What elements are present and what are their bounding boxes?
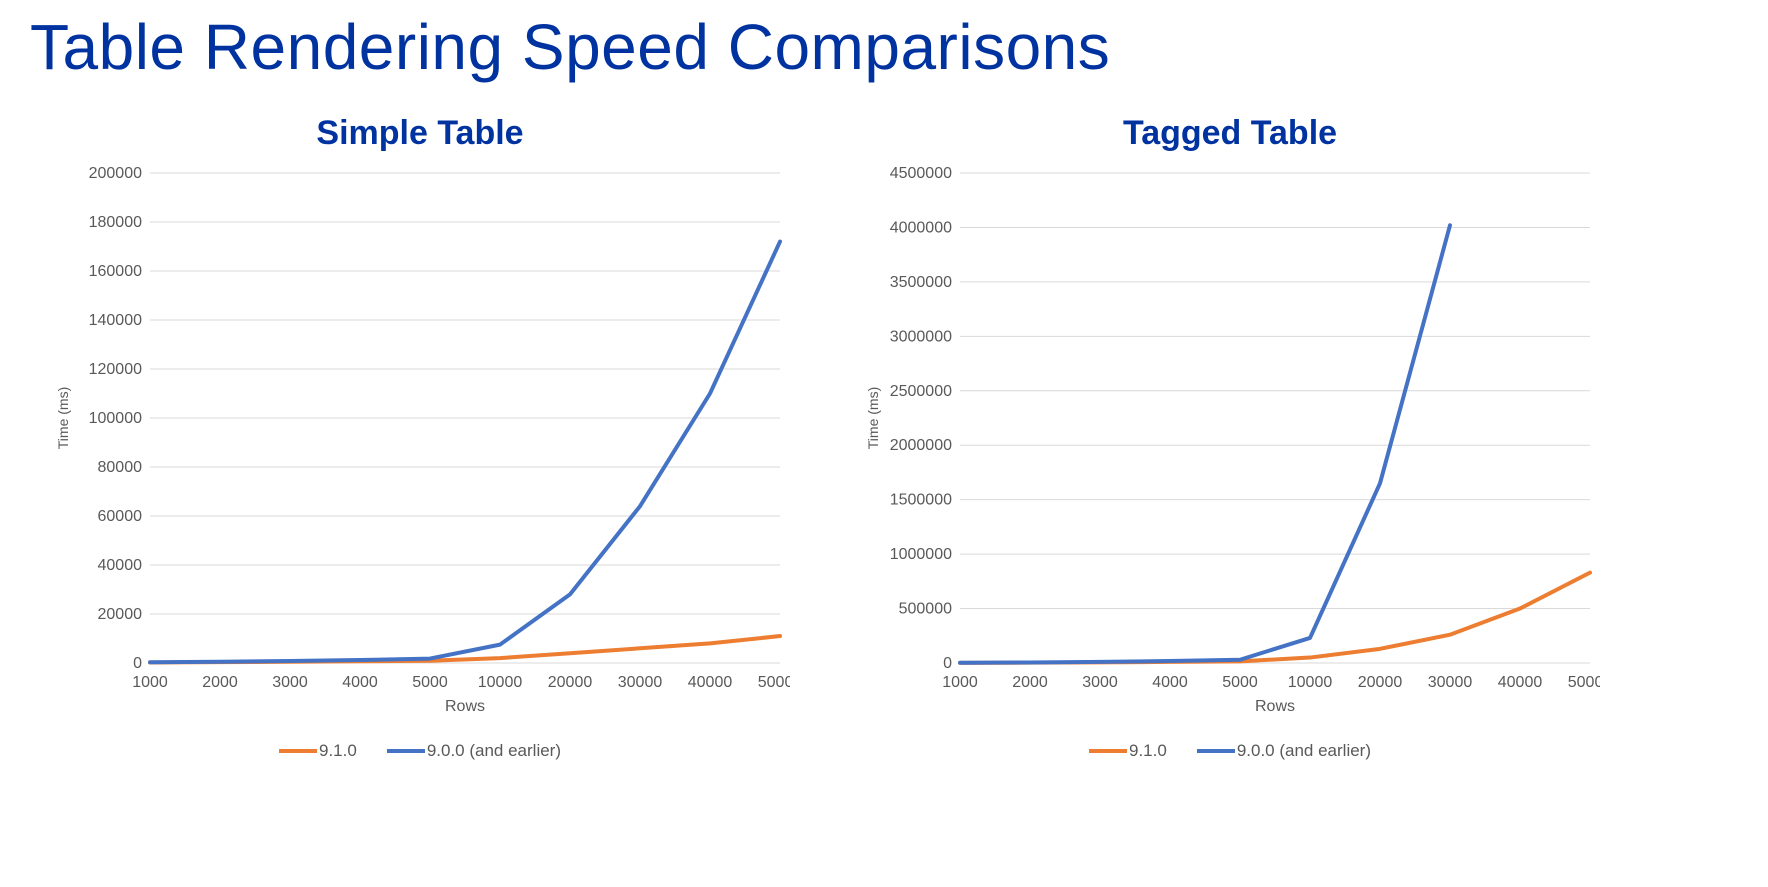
svg-text:2500000: 2500000 [890, 383, 952, 400]
svg-text:4000: 4000 [1152, 674, 1188, 691]
legend-swatch-1 [1089, 749, 1127, 753]
legend-label-1: 9.1.0 [1129, 741, 1167, 761]
svg-text:40000: 40000 [688, 674, 733, 691]
svg-text:180000: 180000 [89, 214, 142, 231]
svg-text:60000: 60000 [98, 508, 143, 525]
svg-text:1000: 1000 [942, 674, 978, 691]
chart-title: Simple Table [50, 114, 790, 153]
chart-simple-table: Simple Table 0 20000 40000 60000 80000 100000… [50, 114, 790, 761]
svg-text:Rows: Rows [1255, 698, 1295, 715]
svg-text:30000: 30000 [618, 674, 663, 691]
svg-text:20000: 20000 [548, 674, 593, 691]
svg-text:500000: 500000 [899, 601, 952, 618]
svg-text:1000: 1000 [132, 674, 168, 691]
svg-text:10000: 10000 [1288, 674, 1333, 691]
legend-item-2: 9.0.0 (and earlier) [1197, 741, 1371, 761]
svg-text:80000: 80000 [98, 459, 143, 476]
svg-text:1500000: 1500000 [890, 492, 952, 509]
legend-item-2: 9.0.0 (and earlier) [387, 741, 561, 761]
svg-text:30000: 30000 [1428, 674, 1473, 691]
legend-label-1: 9.1.0 [319, 741, 357, 761]
svg-text:5000: 5000 [1222, 674, 1258, 691]
svg-text:100000: 100000 [89, 410, 142, 427]
svg-text:120000: 120000 [89, 361, 142, 378]
charts-row: Simple Table 020000400006000080000100000… [30, 114, 1738, 761]
legend-swatch-2 [387, 749, 425, 753]
svg-text:2000000: 2000000 [890, 437, 952, 454]
legend-item-1: 9.1.0 [279, 741, 357, 761]
svg-text:3000: 3000 [272, 674, 308, 691]
svg-text:Time (ms): Time (ms) [865, 387, 881, 449]
svg-text:0: 0 [133, 655, 142, 672]
svg-text:4500000: 4500000 [890, 165, 952, 182]
svg-text:3000000: 3000000 [890, 328, 952, 345]
svg-text:1000000: 1000000 [890, 546, 952, 563]
page-title: Table Rendering Speed Comparisons [30, 10, 1738, 84]
svg-text:50000: 50000 [758, 674, 790, 691]
legend-swatch-2 [1197, 749, 1235, 753]
svg-text:20000: 20000 [1358, 674, 1403, 691]
svg-text:3000: 3000 [1082, 674, 1118, 691]
svg-text:Time (ms): Time (ms) [55, 387, 71, 449]
legend-item-1: 9.1.0 [1089, 741, 1167, 761]
svg-text:140000: 140000 [89, 312, 142, 329]
svg-text:4000000: 4000000 [890, 219, 952, 236]
svg-text:160000: 160000 [89, 263, 142, 280]
svg-text:2000: 2000 [202, 674, 238, 691]
legend-swatch-1 [279, 749, 317, 753]
svg-text:20000: 20000 [98, 606, 143, 623]
svg-text:10000: 10000 [478, 674, 523, 691]
svg-text:40000: 40000 [1498, 674, 1543, 691]
chart-legend: 9.1.0 9.0.0 (and earlier) [50, 741, 790, 761]
svg-text:40000: 40000 [98, 557, 143, 574]
svg-text:3500000: 3500000 [890, 274, 952, 291]
chart-legend: 9.1.0 9.0.0 (and earlier) [860, 741, 1600, 761]
svg-text:4000: 4000 [342, 674, 378, 691]
svg-text:5000: 5000 [412, 674, 448, 691]
svg-text:200000: 200000 [89, 165, 142, 182]
chart-plot-area: 0 20000 40000 60000 80000 100000 120000 140000 1… [50, 163, 790, 723]
legend-label-2: 9.0.0 (and earlier) [427, 741, 561, 761]
svg-text:Rows: Rows [445, 698, 485, 715]
legend-label-2: 9.0.0 (and earlier) [1237, 741, 1371, 761]
chart-tagged-table: Tagged Table 0 500000 1000000 1500000 200000… [860, 114, 1600, 761]
chart-plot-area: 0 500000 1000000 1500000 2000000 2500000 30000… [860, 163, 1600, 723]
svg-text:2000: 2000 [1012, 674, 1048, 691]
chart-title: Tagged Table [860, 114, 1600, 153]
svg-text:50000: 50000 [1568, 674, 1600, 691]
svg-text:0: 0 [943, 655, 952, 672]
